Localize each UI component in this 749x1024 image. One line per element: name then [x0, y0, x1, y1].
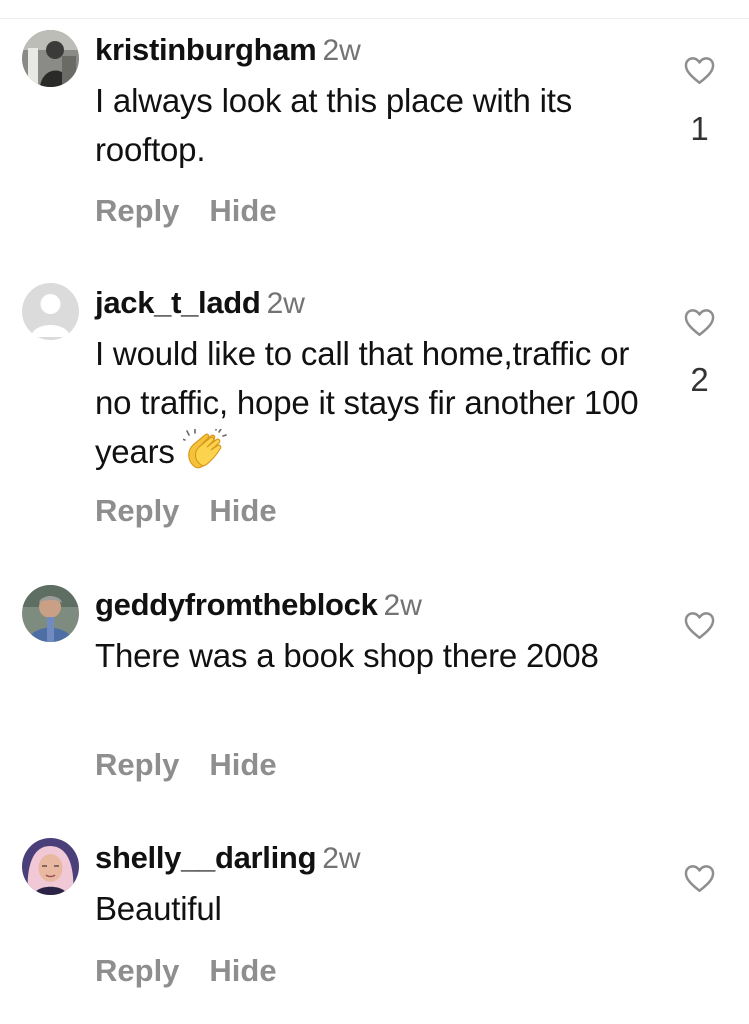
top-divider	[0, 18, 749, 19]
reply-button[interactable]: Reply	[95, 193, 179, 229]
comment-header: jack_t_ladd 2w	[95, 283, 305, 329]
heart-outline-icon[interactable]	[684, 308, 715, 337]
comment-item: shelly__darling 2w Beautiful Reply Hide	[0, 838, 749, 1008]
hide-button[interactable]: Hide	[209, 193, 276, 229]
heart-outline-icon[interactable]	[684, 864, 715, 893]
comment-text: Beautiful	[95, 890, 222, 927]
comment-actions: Reply Hide	[95, 953, 277, 989]
avatar[interactable]	[22, 283, 79, 340]
username[interactable]: kristinburgham	[95, 32, 317, 67]
comment-text-content: I would like to call that home,traffic o…	[95, 335, 639, 470]
comment-text: I would like to call that home,traffic o…	[95, 329, 665, 482]
comment-header: shelly__darling 2w	[95, 838, 361, 884]
comment-header: geddyfromtheblock 2w	[95, 585, 422, 631]
comment-text: I always look at this place with its roo…	[95, 82, 573, 168]
hide-button[interactable]: Hide	[209, 747, 276, 783]
clapping-hands-emoji	[180, 426, 227, 482]
comment-item: geddyfromtheblock 2w There was a book sho…	[0, 585, 749, 795]
comment-item: kristinburgham 2w I always look at this p…	[0, 30, 749, 240]
reply-button[interactable]: Reply	[95, 493, 179, 529]
comment-actions: Reply Hide	[95, 193, 277, 229]
username[interactable]: geddyfromtheblock	[95, 587, 378, 622]
timestamp: 2w	[383, 589, 422, 622]
username[interactable]: jack_t_ladd	[95, 285, 261, 320]
comment-actions: Reply Hide	[95, 747, 277, 783]
timestamp: 2w	[322, 842, 361, 875]
like-count[interactable]: 2	[684, 361, 715, 399]
like-count[interactable]: 1	[684, 110, 715, 148]
hide-button[interactable]: Hide	[209, 493, 276, 529]
comment-actions: Reply Hide	[95, 493, 277, 529]
avatar[interactable]	[22, 585, 79, 642]
reply-button[interactable]: Reply	[95, 747, 179, 783]
avatar[interactable]	[22, 838, 79, 895]
hide-button[interactable]: Hide	[209, 953, 276, 989]
heart-outline-icon[interactable]	[684, 611, 715, 640]
avatar[interactable]	[22, 30, 79, 87]
heart-outline-icon[interactable]	[684, 56, 715, 85]
comment-text: There was a book shop there 2008	[95, 637, 599, 674]
username[interactable]: shelly__darling	[95, 840, 317, 875]
comment-header: kristinburgham 2w	[95, 30, 361, 76]
timestamp: 2w	[266, 287, 305, 320]
timestamp: 2w	[322, 34, 361, 67]
reply-button[interactable]: Reply	[95, 953, 179, 989]
comment-item: jack_t_ladd 2w I would like to call that …	[0, 283, 749, 543]
